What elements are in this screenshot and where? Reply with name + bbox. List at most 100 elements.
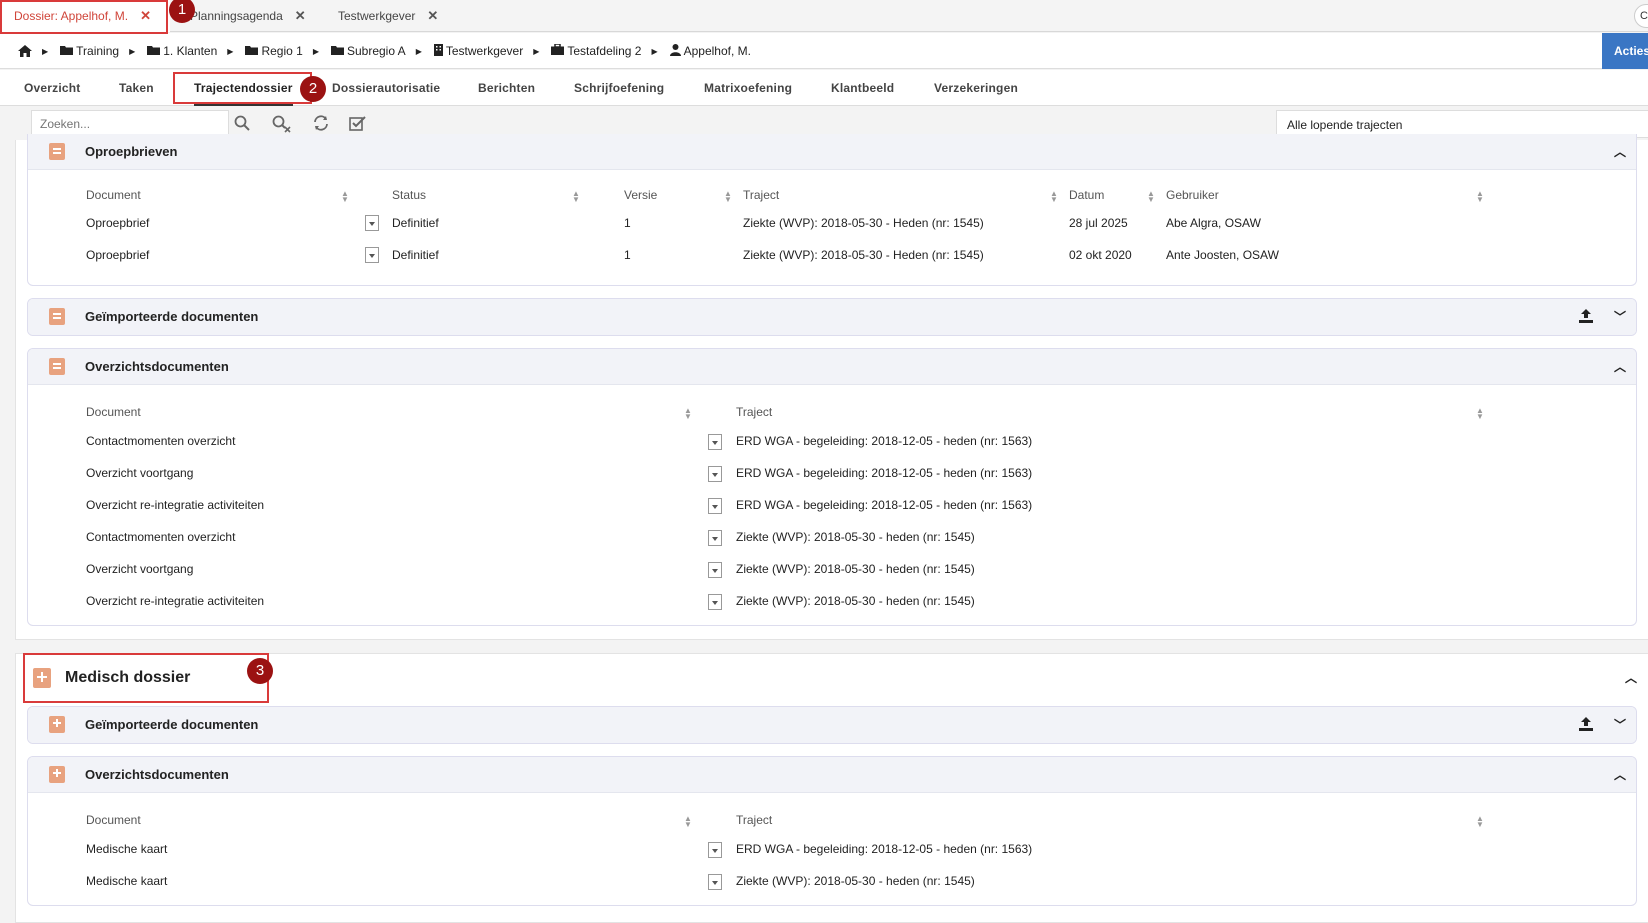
column-header-traject[interactable]: Traject xyxy=(743,188,779,202)
sort-icon[interactable]: ▲ ▼ xyxy=(684,407,692,421)
cell-document[interactable]: Oproepbrief xyxy=(86,248,149,262)
sort-icon[interactable]: ▲ ▼ xyxy=(1147,190,1155,204)
chevron-right-icon: ▶ xyxy=(42,46,49,56)
annotation-box-2 xyxy=(173,72,312,104)
panel-title: Overzichtsdocumenten xyxy=(85,767,229,782)
sort-icon[interactable]: ▲ ▼ xyxy=(1476,815,1484,829)
breadcrumb-label: Training xyxy=(76,44,120,58)
check-all-icon[interactable] xyxy=(348,115,368,135)
tab-berichten[interactable]: Berichten xyxy=(478,70,535,106)
cell-document[interactable]: Overzicht re-integratie activiteiten xyxy=(86,498,264,512)
sort-icon[interactable]: ▲ ▼ xyxy=(724,190,732,204)
column-header-status[interactable]: Status xyxy=(392,188,426,202)
breadcrumb-item-afdeling[interactable]: Testafdeling 2 xyxy=(551,43,642,58)
panel-header[interactable]: Geïmporteerde documenten ﹀ xyxy=(28,707,1636,743)
tab-verzekeringen[interactable]: Verzekeringen xyxy=(934,70,1018,106)
chevron-up-icon[interactable]: ︿ xyxy=(1614,349,1626,385)
cell-document[interactable]: Overzicht voortgang xyxy=(86,562,193,576)
cell-document[interactable]: Contactmomenten overzicht xyxy=(86,434,235,448)
top-tab-testwerkgever[interactable]: Testwerkgever ✕ xyxy=(324,0,446,32)
sort-icon[interactable]: ▲ ▼ xyxy=(1476,190,1484,204)
home-icon[interactable] xyxy=(18,45,32,57)
sort-icon[interactable]: ▲ ▼ xyxy=(1476,407,1484,421)
cell-document[interactable]: Overzicht re-integratie activiteiten xyxy=(86,594,264,608)
chevron-up-icon[interactable]: ︿ xyxy=(1625,653,1637,703)
tab-klantbeeld[interactable]: Klantbeeld xyxy=(831,70,894,106)
upload-icon[interactable] xyxy=(1578,716,1594,732)
cell-document[interactable]: Oproepbrief xyxy=(86,216,149,230)
panel-header[interactable]: Oproepbrieven ︿ xyxy=(28,134,1636,170)
top-tab-planningsagenda[interactable]: Planningsagenda ✕ xyxy=(176,0,314,32)
clear-search-icon[interactable] xyxy=(272,115,292,135)
sort-icon[interactable]: ▲ ▼ xyxy=(1050,190,1058,204)
column-header-traject[interactable]: Traject xyxy=(736,405,772,419)
tab-taken[interactable]: Taken xyxy=(119,70,154,106)
sort-icon[interactable]: ▲ ▼ xyxy=(684,815,692,829)
folder-icon xyxy=(245,44,259,58)
row-dropdown[interactable] xyxy=(708,594,722,610)
close-icon[interactable]: ✕ xyxy=(427,8,438,23)
top-right-button[interactable]: C xyxy=(1634,4,1648,28)
refresh-icon[interactable] xyxy=(311,115,331,135)
user-icon xyxy=(669,43,681,59)
row-dropdown[interactable] xyxy=(708,842,722,858)
upload-icon[interactable] xyxy=(1578,308,1594,324)
cell-document[interactable]: Medische kaart xyxy=(86,874,167,888)
chevron-right-icon: ▶ xyxy=(533,46,540,56)
breadcrumb-item-persoon[interactable]: Appelhof, M. xyxy=(669,43,751,59)
row-dropdown[interactable] xyxy=(708,434,722,450)
breadcrumb-item-training[interactable]: Training xyxy=(60,44,119,58)
panel-header[interactable]: Overzichtsdocumenten ︿ xyxy=(28,757,1636,793)
row-dropdown[interactable] xyxy=(708,530,722,546)
row-dropdown[interactable] xyxy=(365,215,379,231)
document-icon xyxy=(49,308,65,325)
breadcrumb-item-subregio[interactable]: Subregio A xyxy=(330,44,406,58)
cell-traject: Ziekte (WVP): 2018-05-30 - heden (nr: 15… xyxy=(736,594,975,608)
chevron-up-icon[interactable]: ︿ xyxy=(1614,134,1626,170)
column-header-document[interactable]: Document xyxy=(86,188,141,202)
tab-schrijfoefening[interactable]: Schrijfoefening xyxy=(574,70,664,106)
panel-title: Overzichtsdocumenten xyxy=(85,359,229,374)
search-icon[interactable] xyxy=(232,115,252,135)
panel-header[interactable]: Geïmporteerde documenten ﹀ xyxy=(28,299,1636,335)
cell-document[interactable]: Overzicht voortgang xyxy=(86,466,193,480)
sort-icon[interactable]: ▲ ▼ xyxy=(341,190,349,204)
top-tab-bar: Dossier: Appelhof, M. ✕ Planningsagenda ✕ … xyxy=(0,0,1648,32)
row-dropdown[interactable] xyxy=(708,498,722,514)
close-icon[interactable]: ✕ xyxy=(295,8,306,23)
column-header-datum[interactable]: Datum xyxy=(1069,188,1104,202)
chevron-down-icon[interactable]: ﹀ xyxy=(1614,299,1626,335)
panel-header[interactable]: Overzichtsdocumenten ︿ xyxy=(28,349,1636,385)
cell-status: Definitief xyxy=(392,248,439,262)
tab-overzicht[interactable]: Overzicht xyxy=(24,70,81,106)
oproepbrieven-panel: Oproepbrieven ︿ Document ▲ ▼ Status ▲ ▼ Ve… xyxy=(27,134,1637,286)
chevron-down-icon[interactable]: ﹀ xyxy=(1614,707,1626,743)
medical-document-icon xyxy=(49,766,65,783)
chevron-up-icon[interactable]: ︿ xyxy=(1614,757,1626,793)
panel-title: Oproepbrieven xyxy=(85,144,178,159)
breadcrumb-item-regio[interactable]: Regio 1 xyxy=(245,44,303,58)
chevron-right-icon: ▶ xyxy=(651,46,658,56)
column-header-versie[interactable]: Versie xyxy=(624,188,657,202)
breadcrumb-item-werkgever[interactable]: Testwerkgever xyxy=(433,43,523,59)
tab-dossierautorisatie[interactable]: Dossierautorisatie xyxy=(332,70,440,106)
breadcrumb-label: Regio 1 xyxy=(261,44,303,58)
row-dropdown[interactable] xyxy=(708,466,722,482)
top-tab-label: Planningsagenda xyxy=(190,9,283,23)
cell-document[interactable]: Contactmomenten overzicht xyxy=(86,530,235,544)
row-dropdown[interactable] xyxy=(708,874,722,890)
briefcase-icon xyxy=(551,43,565,58)
column-header-document[interactable]: Document xyxy=(86,405,141,419)
sort-icon[interactable]: ▲ ▼ xyxy=(572,190,580,204)
breadcrumb-item-klanten[interactable]: 1. Klanten xyxy=(147,44,217,58)
tab-matrixoefening[interactable]: Matrixoefening xyxy=(704,70,792,106)
column-header-gebruiker[interactable]: Gebruiker xyxy=(1166,188,1219,202)
cell-document[interactable]: Medische kaart xyxy=(86,842,167,856)
column-header-traject[interactable]: Traject xyxy=(736,813,772,827)
column-header-document[interactable]: Document xyxy=(86,813,141,827)
acties-button[interactable]: Acties xyxy=(1602,33,1648,69)
chevron-right-icon: ▶ xyxy=(129,46,136,56)
breadcrumb-label: Testafdeling 2 xyxy=(567,44,642,58)
row-dropdown[interactable] xyxy=(708,562,722,578)
row-dropdown[interactable] xyxy=(365,247,379,263)
